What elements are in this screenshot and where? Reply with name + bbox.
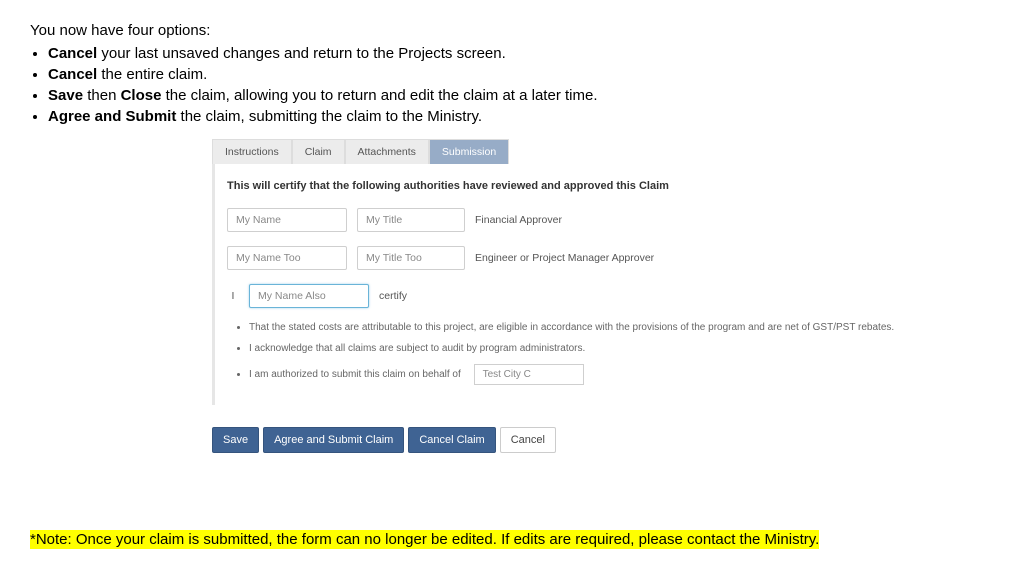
behalf-of-input[interactable]: Test City C (474, 364, 584, 385)
footnote-text: *Note: Once your claim is submitted, the… (30, 530, 819, 549)
financial-name-input[interactable]: My Name (227, 208, 347, 232)
certification-list: That the stated costs are attributable t… (249, 322, 920, 385)
action-bar: Save Agree and Submit Claim Cancel Claim… (212, 427, 1024, 453)
footnote: *Note: Once your claim is submitted, the… (30, 531, 819, 548)
agree-submit-button[interactable]: Agree and Submit Claim (263, 427, 404, 453)
cert-item-3-text: I am authorized to submit this claim on … (249, 369, 461, 380)
engineer-name-input[interactable]: My Name Too (227, 246, 347, 270)
intro-lead: You now have four options: (30, 22, 1024, 39)
intro-item-2: Cancel the entire claim. (48, 66, 1024, 83)
financial-role-label: Financial Approver (475, 214, 562, 226)
tab-instructions[interactable]: Instructions (212, 139, 292, 164)
tab-submission[interactable]: Submission (429, 139, 509, 164)
approver-row-engineer: My Name Too My Title Too Engineer or Pro… (227, 246, 920, 270)
cancel-claim-button[interactable]: Cancel Claim (408, 427, 495, 453)
panel-heading: This will certify that the following aut… (227, 180, 920, 192)
intro-list: Cancel your last unsaved changes and ret… (48, 45, 1024, 125)
tab-bar: Instructions Claim Attachments Submissio… (212, 139, 932, 164)
instructions-block: You now have four options: Cancel your l… (0, 0, 1024, 125)
cert-item-3: I am authorized to submit this claim on … (249, 364, 920, 385)
submission-panel: This will certify that the following aut… (212, 164, 932, 405)
tab-attachments[interactable]: Attachments (345, 139, 429, 164)
save-button[interactable]: Save (212, 427, 259, 453)
cancel-button[interactable]: Cancel (500, 427, 556, 453)
intro-item-1: Cancel your last unsaved changes and ret… (48, 45, 1024, 62)
tab-claim[interactable]: Claim (292, 139, 345, 164)
certify-row: I My Name Also certify (227, 284, 920, 308)
engineer-role-label: Engineer or Project Manager Approver (475, 252, 654, 264)
engineer-title-input[interactable]: My Title Too (357, 246, 465, 270)
certify-name-input[interactable]: My Name Also (249, 284, 369, 308)
intro-item-3: Save then Close the claim, allowing you … (48, 87, 1024, 104)
financial-title-input[interactable]: My Title (357, 208, 465, 232)
certify-prefix: I (227, 290, 239, 302)
approver-row-financial: My Name My Title Financial Approver (227, 208, 920, 232)
cert-item-2: I acknowledge that all claims are subjec… (249, 343, 920, 354)
certify-suffix: certify (379, 290, 407, 302)
intro-item-4: Agree and Submit the claim, submitting t… (48, 108, 1024, 125)
cert-item-1: That the stated costs are attributable t… (249, 322, 920, 333)
